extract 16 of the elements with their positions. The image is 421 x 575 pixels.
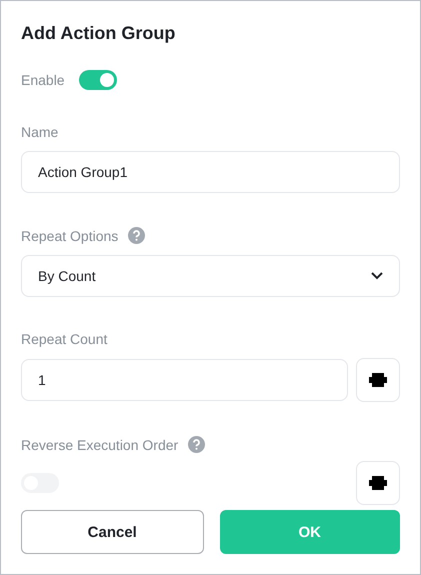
plugin-icon: [369, 476, 387, 490]
text-field[interactable]: 1: [21, 359, 348, 401]
field-label: Enable: [21, 72, 65, 88]
help-icon[interactable]: [128, 227, 146, 244]
text-field[interactable]: Action Group1: [21, 151, 400, 193]
plugin-button[interactable]: [356, 358, 400, 402]
toggle-switch[interactable]: [78, 70, 117, 90]
cancel-button[interactable]: Cancel: [21, 510, 204, 554]
dialog-title: Add Action Group: [21, 23, 176, 44]
field-label: Name: [21, 124, 58, 140]
plugin-icon: [369, 373, 387, 387]
chevron-down-icon: [371, 272, 383, 280]
field-label: Reverse Execution Order: [21, 436, 178, 452]
field-label: Repeat Count: [21, 331, 108, 347]
field-label: Repeat Options: [21, 228, 118, 244]
select-field[interactable]: By Count: [21, 255, 400, 297]
